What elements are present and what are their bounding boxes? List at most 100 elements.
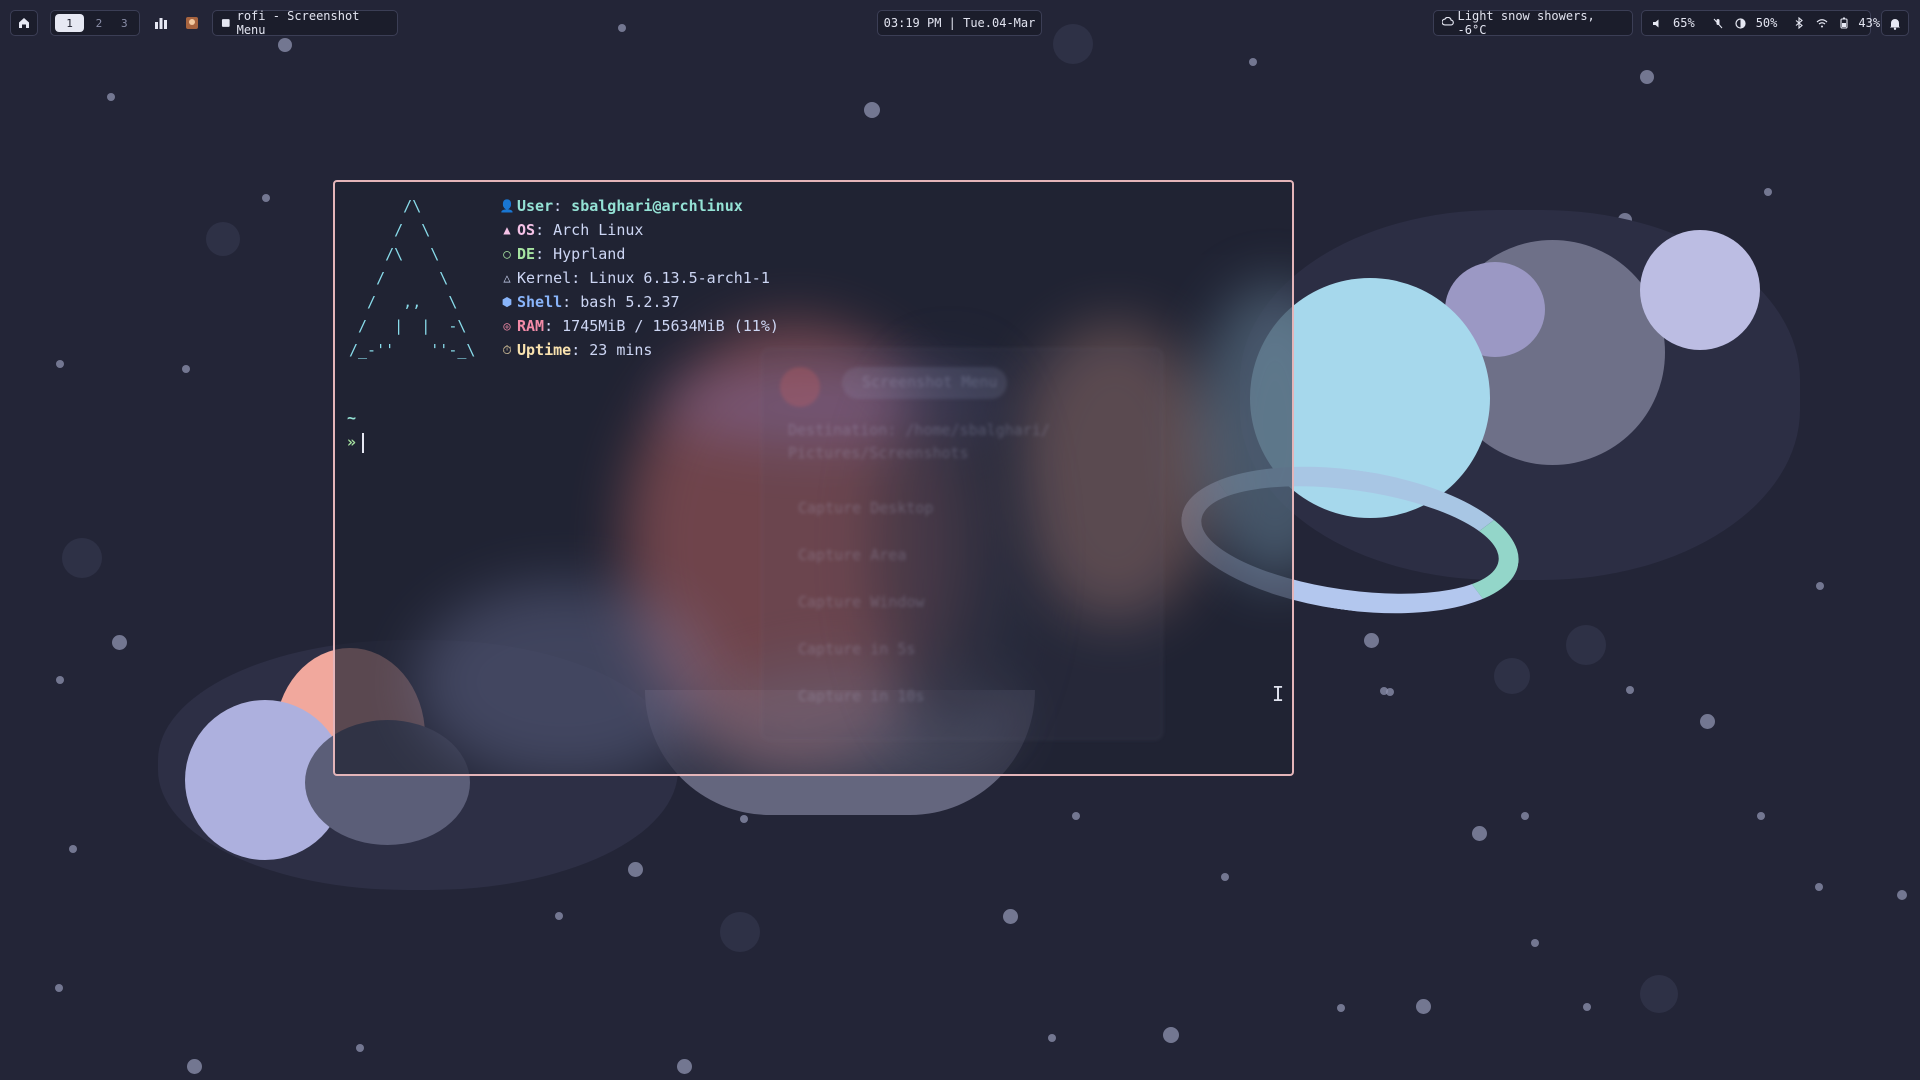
info-key: Shell bbox=[517, 293, 563, 311]
star bbox=[677, 1059, 692, 1074]
menu-avatar bbox=[780, 367, 820, 407]
arch-icon: ▲ bbox=[503, 223, 511, 237]
menu-destination-path: Pictures/Screenshots bbox=[788, 444, 969, 462]
clock[interactable]: 03:19 PM | Tue.04-Mar bbox=[877, 10, 1042, 36]
tux-icon: △ bbox=[503, 271, 511, 285]
info-de: ◯ DE: Hyprland bbox=[499, 242, 779, 266]
prompt-cwd: ~ bbox=[347, 409, 357, 427]
star bbox=[1816, 582, 1824, 590]
system-status: 65% 50% 43% bbox=[1641, 10, 1880, 36]
menu-title: Screenshot Menu bbox=[862, 373, 998, 391]
menu-item-capture-area: Capture Area bbox=[798, 546, 907, 564]
battery-status[interactable]: 43% bbox=[1840, 16, 1886, 30]
timer-icon: ⏱ bbox=[502, 343, 512, 357]
info-ram: ◎ RAM: 1745MiB / 15634MiB (11%) bbox=[499, 314, 779, 338]
stats-button[interactable] bbox=[148, 10, 174, 36]
info-value: 23 mins bbox=[580, 341, 653, 359]
volume-control[interactable]: 65% bbox=[1652, 16, 1701, 30]
info-os: ▲ OS: Arch Linux bbox=[499, 218, 779, 242]
info-value: bash 5.2.37 bbox=[571, 293, 680, 311]
active-window-title[interactable]: rofi - Screenshot Menu bbox=[212, 9, 398, 37]
star bbox=[1416, 999, 1431, 1014]
info-key: Kernel bbox=[517, 269, 572, 287]
star bbox=[278, 38, 292, 52]
brightness-control[interactable]: 50% bbox=[1735, 16, 1784, 30]
star bbox=[69, 845, 77, 853]
workspace-switcher: 1 2 3 bbox=[50, 10, 140, 36]
prompt-symbol: » bbox=[347, 433, 357, 451]
mouse-ibeam-icon: I bbox=[1272, 682, 1285, 706]
star bbox=[1700, 714, 1715, 729]
system-info: 👤 User: sbalghari@archlinux ▲ OS: Arch L… bbox=[499, 194, 779, 362]
halo bbox=[720, 912, 760, 952]
workspace-1[interactable]: 1 bbox=[55, 14, 85, 32]
info-colon: : bbox=[544, 317, 554, 335]
star bbox=[262, 194, 270, 202]
workspace-2[interactable]: 2 bbox=[88, 14, 109, 32]
shell-prompt[interactable]: ~ » bbox=[347, 406, 365, 454]
bar-chart-icon bbox=[155, 18, 167, 29]
halo bbox=[206, 222, 240, 256]
bell-icon bbox=[1890, 18, 1900, 30]
brightness-level: 50% bbox=[1755, 16, 1778, 30]
info-value: Linux 6.13.5-arch1-1 bbox=[580, 269, 770, 287]
info-uptime: ⏱ Uptime: 23 mins bbox=[499, 338, 779, 362]
star bbox=[1764, 188, 1772, 196]
screenshot-menu-ghost: Screenshot Menu Destination: /home/sbalg… bbox=[761, 348, 1163, 740]
menu-destination: Destination: /home/sbalghari/ bbox=[788, 421, 1050, 439]
wifi-toggle[interactable] bbox=[1816, 18, 1828, 28]
weather-widget[interactable]: Light snow showers, -6°C bbox=[1433, 9, 1633, 37]
star bbox=[107, 93, 115, 101]
star bbox=[1626, 686, 1634, 694]
top-bar: 1 2 3 rofi - Screenshot Menu 03:19 PM | … bbox=[0, 9, 1920, 38]
info-colon: : bbox=[535, 221, 545, 239]
mic-toggle[interactable] bbox=[1713, 18, 1723, 29]
star bbox=[356, 1044, 364, 1052]
speaker-icon bbox=[1653, 19, 1659, 27]
bluetooth-toggle[interactable] bbox=[1795, 17, 1804, 29]
app-avatar-button[interactable] bbox=[179, 10, 205, 36]
star bbox=[1472, 826, 1487, 841]
info-key: OS bbox=[517, 221, 536, 239]
menu-item-capture-5s: Capture in 5s bbox=[798, 640, 916, 658]
star bbox=[555, 912, 563, 920]
shell-icon: ⬢ bbox=[501, 295, 513, 309]
prompt-line[interactable]: » bbox=[347, 430, 365, 454]
blur-blob bbox=[415, 582, 715, 774]
info-key: RAM bbox=[517, 317, 545, 335]
star bbox=[56, 360, 64, 368]
brightness-icon bbox=[1735, 17, 1746, 29]
star bbox=[1521, 812, 1529, 820]
clock-text: 03:19 PM | Tue.04-Mar bbox=[883, 16, 1036, 30]
weather-text: Light snow showers, -6°C bbox=[1457, 9, 1595, 37]
halo bbox=[1566, 625, 1606, 665]
halo bbox=[1640, 975, 1678, 1013]
info-user: 👤 User: sbalghari@archlinux bbox=[499, 194, 779, 218]
star bbox=[1897, 890, 1907, 900]
info-key: User bbox=[517, 197, 554, 215]
info-key: Uptime bbox=[517, 341, 572, 359]
info-colon: : bbox=[553, 197, 563, 215]
menu-item-capture-desktop: Capture Desktop bbox=[798, 499, 934, 517]
wifi-icon bbox=[1816, 19, 1828, 28]
star bbox=[1757, 812, 1765, 820]
star bbox=[864, 102, 880, 118]
ram-icon: ◎ bbox=[503, 319, 511, 333]
home-button[interactable] bbox=[10, 10, 38, 36]
info-colon: : bbox=[535, 245, 545, 263]
star bbox=[1163, 1027, 1179, 1043]
menu-item-capture-window: Capture Window bbox=[798, 593, 925, 611]
notifications-button[interactable] bbox=[1881, 10, 1909, 36]
arch-ascii-logo: /\ / \ /\ \ / \ / ,, \ / | | -\ /_-'' ''… bbox=[349, 197, 476, 359]
info-colon: : bbox=[562, 293, 572, 311]
star bbox=[1531, 939, 1539, 947]
star bbox=[1815, 883, 1823, 891]
bluetooth-icon bbox=[1796, 17, 1804, 29]
star bbox=[56, 676, 64, 684]
info-value: Arch Linux bbox=[544, 221, 644, 239]
workspace-3[interactable]: 3 bbox=[114, 14, 135, 32]
info-colon: : bbox=[571, 269, 581, 287]
terminal-window[interactable]: Screenshot Menu Destination: /home/sbalg… bbox=[333, 180, 1294, 776]
star bbox=[1072, 812, 1080, 820]
star bbox=[187, 1059, 202, 1074]
